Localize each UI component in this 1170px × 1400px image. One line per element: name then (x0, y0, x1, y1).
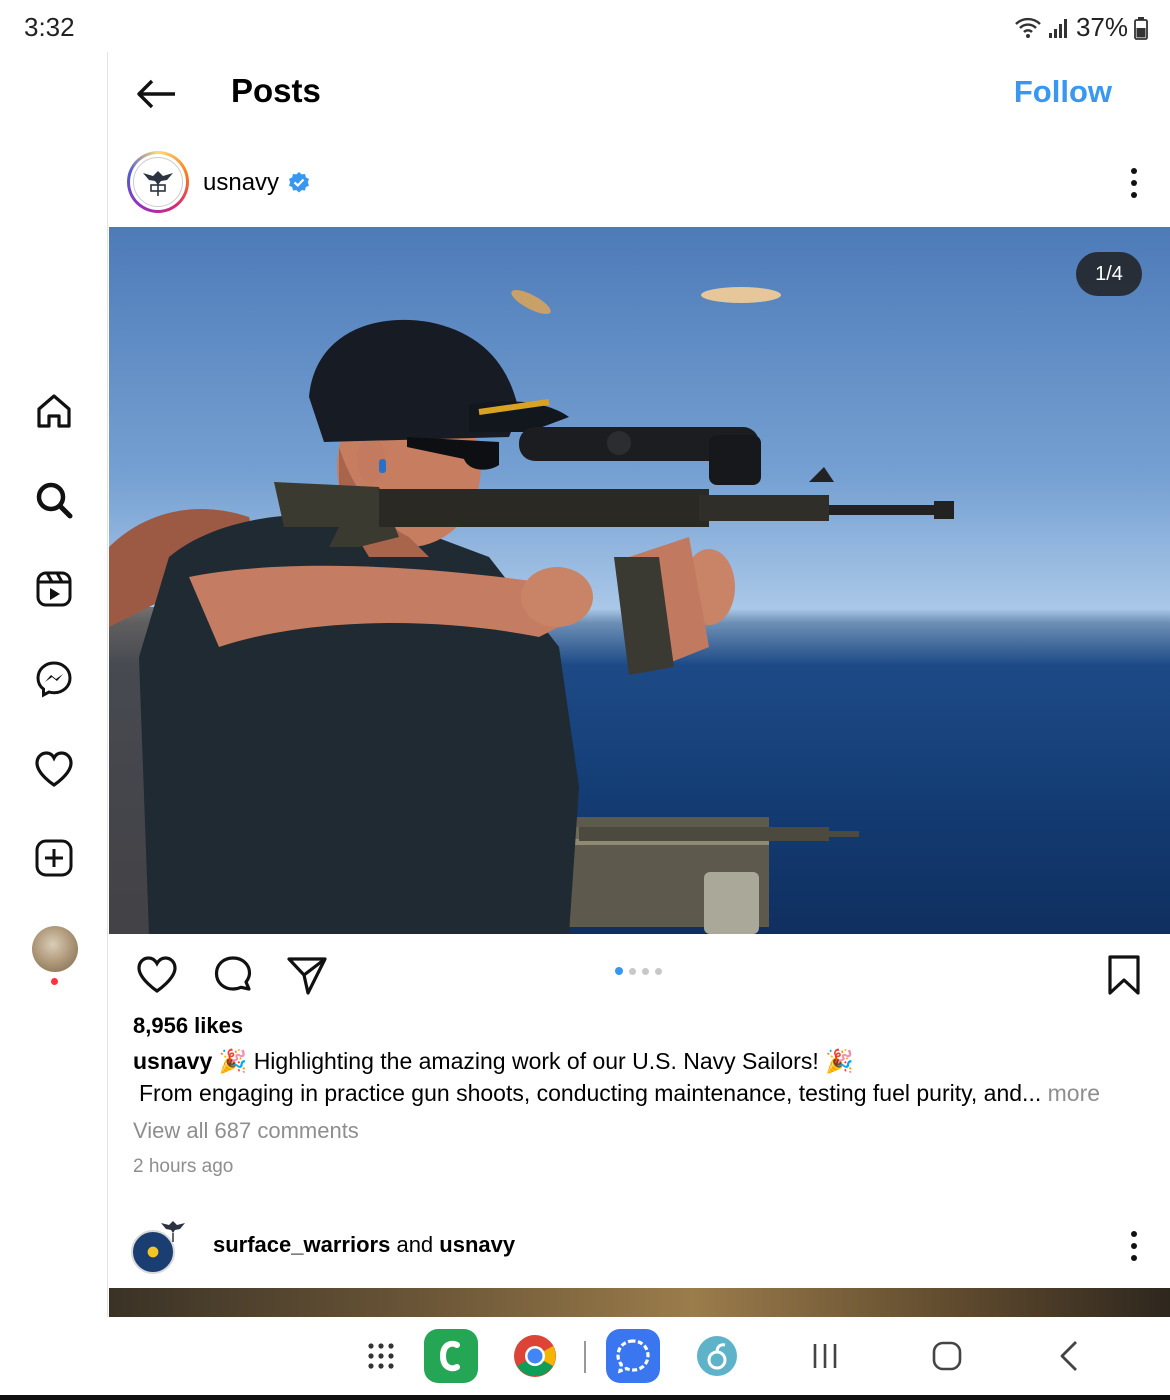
wifi-icon (1015, 17, 1041, 38)
page-title: Posts (231, 72, 321, 109)
profile-avatar[interactable] (32, 926, 78, 972)
next-post-user2[interactable]: usnavy (439, 1232, 515, 1257)
post-photo[interactable]: 1/4 (109, 227, 1170, 934)
home-icon[interactable] (30, 387, 78, 435)
comment-icon[interactable] (211, 953, 255, 997)
eagle-badge-icon (161, 1221, 185, 1242)
next-post-header: surface_warriors and usnavy (109, 1215, 1170, 1287)
status-time: 3:32 (24, 12, 75, 42)
top-header: Posts Follow (109, 52, 1170, 132)
view-comments-link[interactable]: View all 687 comments (133, 1118, 359, 1144)
next-post-user1[interactable]: surface_warriors (213, 1232, 390, 1257)
post-actions (109, 935, 1170, 1011)
sailor-firing-rifle-image (109, 287, 954, 934)
app-icon[interactable] (690, 1329, 744, 1383)
search-icon[interactable] (30, 476, 78, 524)
android-taskbar (0, 1317, 1170, 1395)
more-options-icon[interactable] (1124, 166, 1144, 200)
carousel-dot (629, 968, 636, 975)
messenger-icon[interactable] (30, 655, 78, 703)
battery-percent: 37% (1075, 12, 1128, 42)
screen-bottom-edge (0, 1395, 1170, 1400)
caption-line-2: From engaging in practice gun shoots, co… (139, 1080, 1100, 1107)
carousel-dots (615, 967, 662, 975)
dock-separator (584, 1341, 586, 1373)
next-post-usernames: surface_warriors and usnavy (213, 1232, 515, 1258)
story-ring[interactable] (127, 151, 189, 213)
home-nav-icon[interactable] (920, 1329, 974, 1383)
notification-dot (51, 978, 58, 985)
likes-count[interactable]: 8,956 likes (133, 1013, 243, 1039)
signal-icon[interactable] (606, 1329, 660, 1383)
caption-continuation: From engaging in practice gun shoots, co… (139, 1080, 1042, 1106)
create-icon[interactable] (30, 834, 78, 882)
app-screen: 3:32 37% Posts Follow usnavy 1/4 8,956 l… (0, 0, 1170, 1400)
bookmark-icon[interactable] (1102, 953, 1146, 997)
carousel-dot (655, 968, 662, 975)
carousel-counter: 1/4 (1076, 252, 1142, 296)
status-bar: 3:32 37% (0, 0, 1170, 52)
post-username[interactable]: usnavy (203, 169, 279, 197)
like-heart-icon[interactable] (135, 953, 179, 997)
app-drawer-icon[interactable] (354, 1329, 408, 1383)
status-icons: 37% (1014, 12, 1148, 43)
caption-more-link[interactable]: more (1048, 1080, 1100, 1106)
nav-rail (0, 52, 108, 1317)
verified-badge-icon (289, 172, 309, 193)
more-options-icon[interactable] (1124, 1229, 1144, 1263)
back-nav-icon[interactable] (1042, 1329, 1096, 1383)
post-timestamp: 2 hours ago (133, 1156, 234, 1177)
phone-app-icon[interactable] (424, 1329, 478, 1383)
next-post-photo[interactable] (109, 1288, 1170, 1317)
reels-icon[interactable] (30, 565, 78, 613)
carousel-dot-active (615, 967, 623, 975)
back-arrow-icon[interactable] (135, 74, 179, 114)
party-emoji-icon: 🎉 (218, 1048, 248, 1074)
chrome-icon[interactable] (508, 1329, 562, 1383)
post-header: usnavy (109, 140, 1170, 226)
carousel-dot (642, 968, 649, 975)
caption-text: Highlighting the amazing work of our U.S… (253, 1048, 819, 1074)
battery-icon (1134, 16, 1148, 40)
recents-icon[interactable] (798, 1329, 852, 1383)
next-post-joiner: and (396, 1232, 434, 1257)
caption: usnavy 🎉 Highlighting the amazing work o… (133, 1048, 854, 1075)
signal-strength-icon (1048, 18, 1067, 38)
navy-emblem-avatar (133, 157, 183, 207)
follow-button[interactable]: Follow (1014, 74, 1112, 110)
party-emoji-icon: 🎉 (825, 1048, 854, 1074)
share-icon[interactable] (285, 953, 329, 997)
heart-icon[interactable] (30, 745, 78, 793)
caption-username[interactable]: usnavy (133, 1048, 212, 1074)
eagle-emblem-icon (143, 171, 173, 196)
